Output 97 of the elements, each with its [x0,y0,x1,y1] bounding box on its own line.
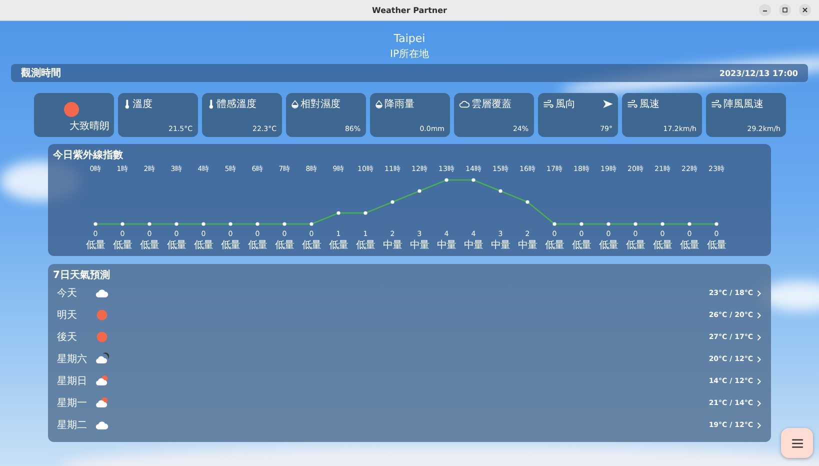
metric-label: 雲層覆蓋 [472,98,512,111]
water-drop-icon [290,99,298,109]
day-label: 星期六 [57,352,88,366]
uv-risk-label: 低量 [706,239,727,252]
uv-risk-label: 低量 [355,239,376,252]
uv-risk-label: 中量 [382,238,403,252]
panel-title: 7日天氣預測 [53,268,111,282]
water-drop-icon [374,99,382,109]
sun-icon [95,308,109,322]
wind-icon [542,100,554,108]
uv-point [148,222,152,226]
chevron-right-icon [757,334,761,340]
metric-label: 降雨量 [384,98,414,111]
uv-point [94,222,98,226]
uv-point [688,222,692,226]
menu-button[interactable] [781,428,813,458]
uv-risk-label: 低量 [571,239,592,252]
uv-point [606,222,610,226]
day-label: 後天 [57,331,78,344]
uv-risk-label: 低量 [112,239,133,252]
thermometer-icon [122,99,130,109]
metric-label: 陣風風速 [724,98,764,111]
cloud-moon-icon [95,352,109,366]
day-label: 今天 [57,287,78,300]
uv-risk-label: 低量 [301,239,322,252]
uv-risk-label: 低量 [679,239,700,252]
chevron-right-icon [757,356,761,362]
chevron-right-icon [757,378,761,384]
uv-risk-label: 低量 [220,239,241,252]
uv-risk-label: 低量 [328,239,349,252]
day-label: 星期二 [57,418,88,432]
cloud-icon [458,100,470,108]
metric-label: 體感溫度 [216,98,256,111]
uv-point [498,189,502,193]
cloud-sun-icon [95,396,109,410]
uv-point [418,189,422,193]
uv-point [444,178,448,182]
day-label: 星期日 [57,374,88,388]
day-label: 明天 [57,309,78,322]
metric-label: 風向 [556,98,576,111]
minimize-icon[interactable] [759,4,771,16]
sun-icon [64,102,78,117]
uv-point [580,222,584,226]
uv-point [390,200,394,204]
uv-point [526,200,530,204]
uv-risk-label: 低量 [247,239,268,252]
sun-icon [95,330,109,344]
panel-title: 今日紫外線指數 [53,148,124,162]
chevron-right-icon [757,312,761,318]
uv-risk-label: 低量 [625,239,646,252]
metric-label: 風速 [640,98,660,111]
uv-risk-label: 低量 [139,239,160,252]
uv-point [552,222,556,226]
observation-time: 2023/12/13 17:00 [719,68,798,78]
uv-risk-label: 低量 [166,239,187,252]
wind-icon [710,100,722,108]
uv-point [472,178,476,182]
maximize-icon[interactable] [779,4,791,16]
thermometer-icon [206,99,214,109]
uv-point [634,222,638,226]
uv-risk-label: 低量 [274,239,295,252]
uv-point [310,222,314,226]
uv-point [364,211,368,215]
chevron-right-icon [757,290,761,296]
uv-risk-label: 中量 [463,238,484,252]
uv-point [282,222,286,226]
uv-point [714,222,718,226]
observation-label: 觀測時間 [21,66,61,80]
wind-icon [626,100,638,108]
chevron-right-icon [757,422,761,428]
uv-risk-label: 中量 [517,238,538,252]
menu-icon [792,438,802,448]
condition-text: 大致晴朗 [70,120,110,133]
uv-point [202,222,206,226]
uv-point [256,222,260,226]
uv-point [660,222,664,226]
uv-risk-label: 低量 [598,239,619,252]
cloud-sun-icon [95,374,109,388]
city-name: Taipei [394,32,426,45]
metric-label: 溫度 [132,98,152,111]
location-source: IP所在地 [390,48,429,61]
uv-point [174,222,178,226]
uv-risk-label: 中量 [436,238,457,252]
uv-point [120,222,124,226]
uv-risk-label: 低量 [544,239,565,252]
uv-risk-label: 低量 [652,239,673,252]
close-icon[interactable] [799,4,811,16]
uv-risk-label: 低量 [85,239,106,252]
uv-point [336,211,340,215]
uv-point [228,222,232,226]
window-title: Weather Partner [372,6,447,14]
uv-risk-label: 中量 [409,238,430,252]
metric-label: 相對濕度 [300,98,340,111]
uv-risk-label: 低量 [193,239,214,252]
uv-risk-label: 中量 [490,238,511,252]
day-label: 星期一 [57,396,88,410]
chevron-right-icon [757,400,761,406]
